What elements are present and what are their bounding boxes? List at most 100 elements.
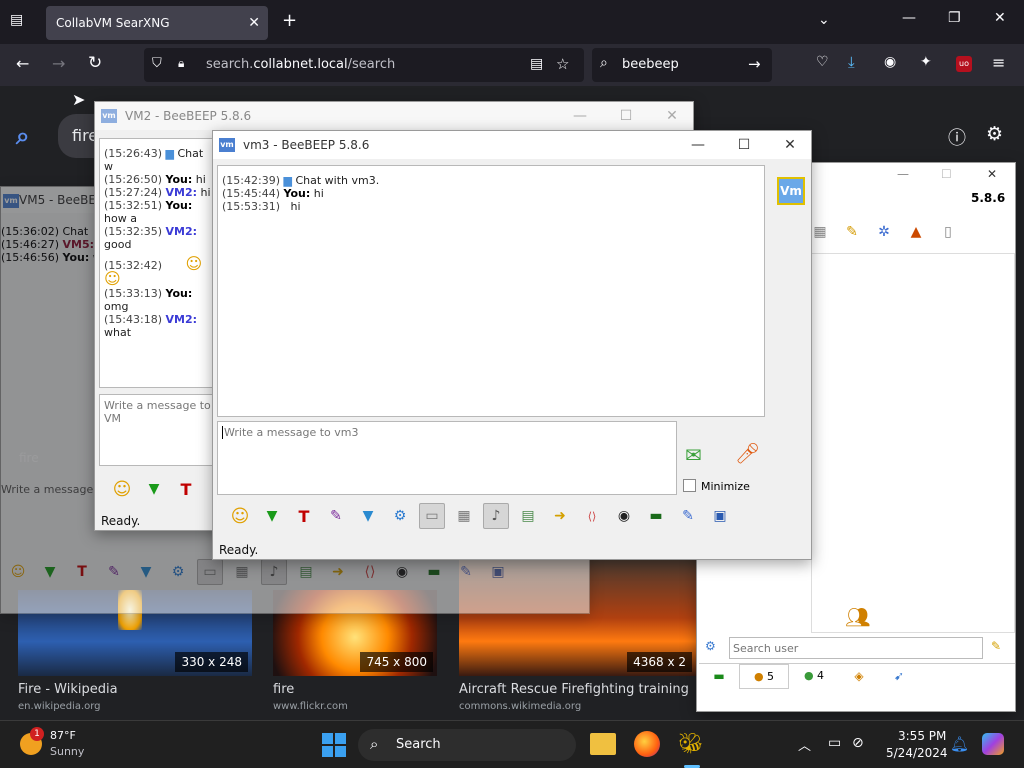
search-bar[interactable]: ⌕ beebeep →: [592, 48, 772, 82]
emoticon-icon[interactable]: ☺: [109, 476, 135, 502]
send-icon[interactable]: ▼: [259, 503, 285, 529]
clear-search-icon[interactable]: ✎: [991, 639, 1001, 653]
edit-icon[interactable]: ✎: [839, 219, 865, 245]
emoticon-icon[interactable]: ☺: [227, 503, 253, 529]
chevron-down-icon[interactable]: ⌄: [818, 12, 830, 28]
folder-send-icon[interactable]: ➜: [547, 503, 573, 529]
beebeep-taskbar-icon[interactable]: 🐝︎: [678, 731, 703, 755]
tab-users[interactable]: ● 5: [739, 664, 789, 689]
color-icon[interactable]: ✎: [323, 503, 349, 529]
browser-tab[interactable]: CollabVM SearXNG ✕: [46, 6, 268, 40]
inbox-icon[interactable]: ▭: [197, 559, 223, 585]
settings-icon[interactable]: ⚙: [387, 503, 413, 529]
file-icon[interactable]: ▦: [229, 559, 255, 585]
copilot-icon[interactable]: [982, 733, 1004, 755]
main-minimize-icon[interactable]: —: [897, 167, 909, 181]
filter-icon[interactable]: ▼: [133, 559, 159, 585]
vm2-minimize-icon[interactable]: —: [557, 102, 603, 130]
send-icon[interactable]: ▼: [141, 476, 167, 502]
file-explorer-icon[interactable]: [590, 733, 616, 755]
lock-icon[interactable]: 🔒︎: [178, 56, 184, 71]
screenshot-icon[interactable]: ◉: [611, 503, 637, 529]
tab-network[interactable]: ◈: [839, 664, 879, 689]
color-icon[interactable]: ✎: [101, 559, 127, 585]
back-icon[interactable]: ←: [16, 54, 29, 73]
search-bar-value[interactable]: beebeep: [622, 57, 679, 72]
bookmark-star-icon[interactable]: ☆: [556, 55, 569, 73]
vm3-minimize-icon[interactable]: —: [675, 131, 721, 159]
search-user-input[interactable]: [729, 637, 983, 659]
save-icon[interactable]: ▣: [485, 559, 511, 585]
vm5-input[interactable]: Write a message to: [1, 483, 108, 496]
code-icon[interactable]: ⟨⟩: [579, 503, 605, 529]
taskbar-search[interactable]: ⌕ Search: [358, 729, 576, 761]
tab-list-icon[interactable]: ▤: [10, 12, 23, 28]
screenshot-icon[interactable]: ◉: [389, 559, 415, 585]
info-icon[interactable]: ⓘ: [948, 124, 966, 150]
terminal-icon[interactable]: ▬: [421, 559, 447, 585]
save-icon[interactable]: ▣: [707, 503, 733, 529]
close-tab-icon[interactable]: ✕: [248, 6, 260, 40]
vm2-close-icon[interactable]: ✕: [649, 102, 695, 130]
network-icon[interactable]: ⊘: [852, 735, 864, 751]
extensions-icon[interactable]: ✦: [920, 54, 932, 70]
sound-icon[interactable]: ♪: [483, 503, 509, 529]
file-icon[interactable]: ▦: [451, 503, 477, 529]
close-window-icon[interactable]: ✕: [994, 10, 1006, 26]
reader-view-icon[interactable]: ▤: [530, 56, 543, 72]
searxng-logo-icon[interactable]: ⌕: [16, 122, 29, 150]
ublock-icon[interactable]: uo: [956, 56, 972, 72]
pocket-icon[interactable]: ♡: [816, 54, 829, 70]
vm3-close-icon[interactable]: ✕: [767, 131, 813, 159]
result-title[interactable]: fire: [273, 682, 294, 697]
settings-gear-icon[interactable]: ⚙: [986, 123, 1003, 145]
microphone-icon[interactable]: 🎤︎: [735, 441, 760, 465]
sound-icon[interactable]: ♪: [261, 559, 287, 585]
display-icon[interactable]: ▭: [828, 735, 841, 751]
plugins-icon[interactable]: ▲: [903, 219, 929, 245]
code-icon[interactable]: ⟨⟩: [357, 559, 383, 585]
settings-icon[interactable]: ⚙: [165, 559, 191, 585]
url-bar[interactable]: ⛉ 🔒︎ search.collabnet.local/search ▤ ☆: [144, 48, 584, 82]
font-icon[interactable]: T: [69, 559, 95, 585]
user-settings-icon[interactable]: ⚙: [705, 639, 716, 653]
search-go-icon[interactable]: →: [748, 55, 761, 73]
vm3-maximize-icon[interactable]: ☐: [721, 131, 767, 159]
reload-icon[interactable]: ↻: [88, 53, 102, 73]
share-icon[interactable]: ▤: [515, 503, 541, 529]
result-title[interactable]: Aircraft Rescue Firefighting training: [459, 682, 689, 697]
clock-time[interactable]: 3:55 PM: [898, 729, 946, 743]
send-message-icon[interactable]: ✉: [685, 443, 702, 467]
result-title[interactable]: Fire - Wikipedia: [18, 682, 118, 697]
forward-icon[interactable]: →: [52, 54, 65, 73]
chevron-up-icon[interactable]: ︿: [798, 735, 811, 754]
folder-send-icon[interactable]: ➜: [325, 559, 351, 585]
restore-icon[interactable]: ❐: [948, 10, 961, 26]
font-icon[interactable]: T: [291, 503, 317, 529]
main-close-icon[interactable]: ✕: [987, 167, 997, 181]
emoticon-icon[interactable]: ☺: [5, 559, 31, 585]
new-tab-button[interactable]: +: [282, 10, 297, 31]
send-icon[interactable]: ▼: [37, 559, 63, 585]
main-maximize-icon[interactable]: ☐: [941, 167, 952, 181]
network-icon[interactable]: ✲: [871, 219, 897, 245]
shield-icon[interactable]: ⛉: [152, 56, 162, 71]
clock-date[interactable]: 5/24/2024: [886, 746, 948, 760]
vm3-avatar[interactable]: Vm: [777, 177, 805, 205]
notification-bell-icon[interactable]: 🔔︎: [950, 735, 969, 753]
minimize-icon[interactable]: —: [902, 10, 916, 26]
note-icon[interactable]: ✎: [453, 559, 479, 585]
trash-icon[interactable]: ▯: [935, 219, 961, 245]
tab-plugins[interactable]: ➹: [879, 664, 919, 689]
start-button[interactable]: [322, 733, 346, 757]
download-icon[interactable]: ⤓: [848, 53, 855, 71]
tab-chat[interactable]: ▬: [699, 664, 739, 689]
vm2-maximize-icon[interactable]: ☐: [603, 102, 649, 130]
font-icon[interactable]: T: [173, 476, 199, 502]
terminal-icon[interactable]: ▬: [643, 503, 669, 529]
note-icon[interactable]: ✎: [675, 503, 701, 529]
tab-groups[interactable]: ● 4: [789, 664, 839, 689]
inbox-icon[interactable]: ▭: [419, 503, 445, 529]
share-icon[interactable]: ▤: [293, 559, 319, 585]
firefox-icon[interactable]: [634, 731, 660, 757]
